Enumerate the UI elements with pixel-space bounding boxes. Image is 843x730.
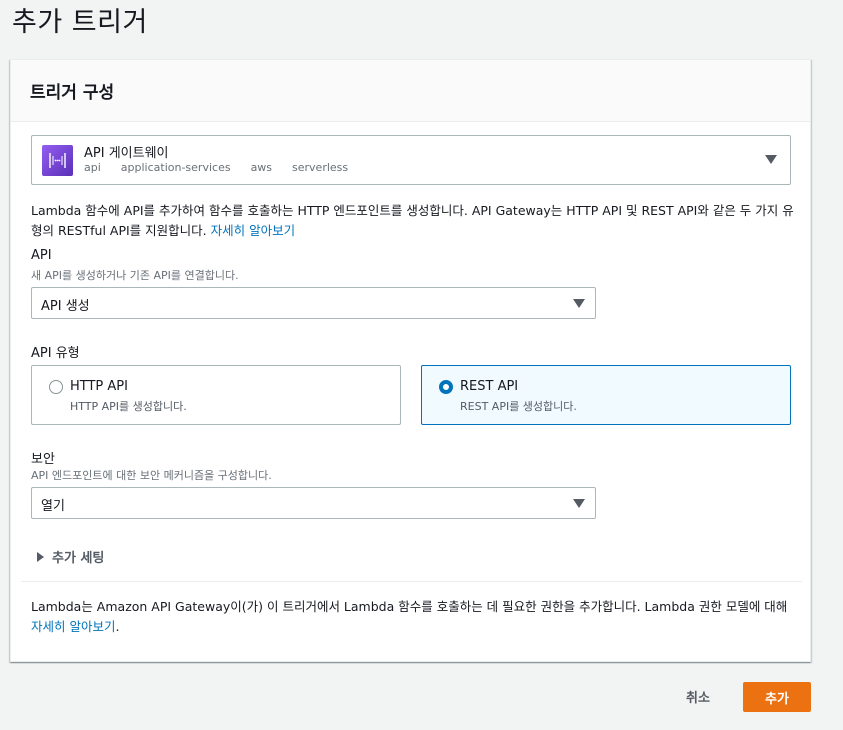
- api-type-option-rest[interactable]: REST API REST API를 생성합니다.: [421, 365, 791, 425]
- api-type-option-http[interactable]: HTTP API HTTP API를 생성합니다.: [31, 365, 401, 425]
- trigger-tag: serverless: [292, 161, 349, 174]
- trigger-tag: application-services: [120, 161, 231, 174]
- option-description: REST API를 생성합니다.: [460, 400, 577, 413]
- api-select-value: API 생성: [41, 299, 90, 314]
- radio-button[interactable]: [49, 380, 63, 394]
- caret-down-icon: [573, 299, 585, 308]
- option-title: REST API: [460, 379, 519, 394]
- additional-settings-toggle[interactable]: 추가 세팅: [37, 547, 104, 566]
- api-description: 새 API를 생성하거나 기존 API를 연결합니다.: [31, 269, 239, 282]
- cancel-button[interactable]: 취소: [672, 680, 724, 712]
- api-gateway-icon: [42, 145, 73, 176]
- divider: [21, 581, 802, 582]
- option-title: HTTP API: [70, 379, 128, 394]
- api-label: API: [31, 248, 52, 263]
- security-select[interactable]: 열기: [31, 487, 596, 519]
- trigger-tag: api: [84, 161, 101, 174]
- trigger-source-select[interactable]: API 게이트웨이 api application-services aws s…: [31, 135, 791, 185]
- caret-down-icon: [573, 499, 585, 508]
- intro-body: Lambda 함수에 API를 추가하여 함수를 호출하는 HTTP 엔드포인트…: [31, 203, 794, 238]
- panel-header: 트리거 구성: [11, 60, 810, 122]
- additional-settings-label: 추가 세팅: [52, 551, 105, 566]
- intro-text: Lambda 함수에 API를 추가하여 함수를 호출하는 HTTP 엔드포인트…: [31, 201, 801, 241]
- security-description: API 엔드포인트에 대한 보안 메커니즘을 구성합니다.: [31, 469, 272, 482]
- permission-note: Lambda는 Amazon API Gateway이(가) 이 트리거에서 L…: [31, 597, 801, 637]
- option-description: HTTP API를 생성합니다.: [70, 400, 187, 413]
- permission-note-body: Lambda는 Amazon API Gateway이(가) 이 트리거에서 L…: [31, 599, 788, 614]
- panel-title: 트리거 구성: [30, 83, 115, 103]
- caret-right-icon: [37, 551, 44, 562]
- trigger-config-panel: 트리거 구성 API 게이트웨이 api application-service…: [10, 59, 811, 662]
- learn-more-link[interactable]: 자세히 알아보기: [211, 223, 295, 238]
- permission-note-suffix: .: [115, 619, 120, 634]
- page-title: 추가 트리거: [12, 7, 148, 38]
- caret-down-icon: [765, 155, 777, 164]
- trigger-tags: api application-services aws serverless: [84, 161, 348, 174]
- learn-more-link[interactable]: 자세히 알아보기: [31, 619, 115, 634]
- add-button[interactable]: 추가: [743, 682, 811, 712]
- radio-button-selected[interactable]: [439, 380, 453, 394]
- trigger-tag: aws: [250, 161, 273, 174]
- security-select-value: 열기: [41, 499, 65, 514]
- trigger-name: API 게이트웨이: [84, 146, 169, 161]
- security-label: 보안: [31, 452, 55, 467]
- api-select[interactable]: API 생성: [31, 287, 596, 319]
- api-type-label: API 유형: [31, 346, 80, 361]
